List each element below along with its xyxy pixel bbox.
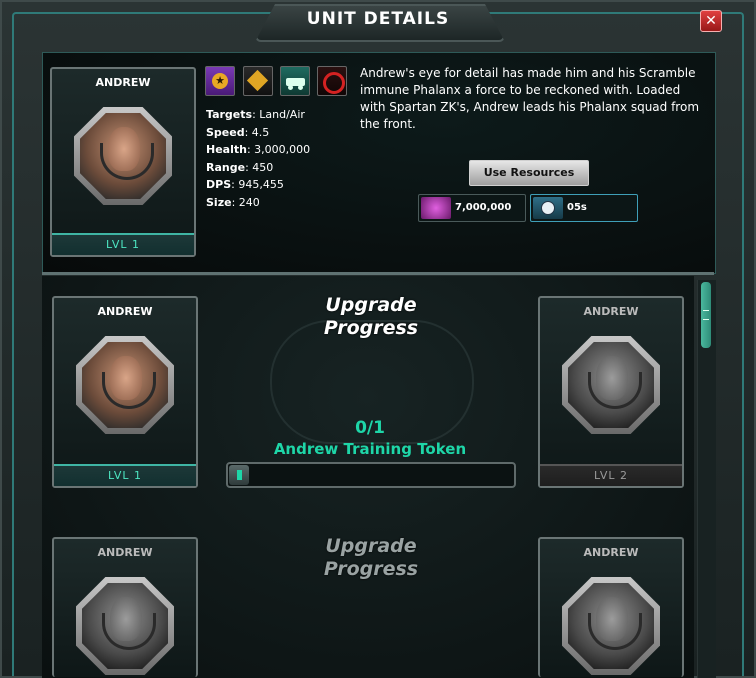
- upgrade-from-portrait: [76, 336, 174, 434]
- close-button[interactable]: ✕: [700, 10, 722, 32]
- upgrade-from-level: LVL 1: [54, 464, 196, 486]
- headset-icon: [100, 143, 154, 180]
- upgrade-from-name: ANDREW: [97, 305, 153, 318]
- use-resources-button[interactable]: Use Resources: [469, 160, 589, 186]
- headset-icon: [102, 613, 156, 650]
- unit-description: Andrew's eye for detail has made him and…: [360, 66, 700, 131]
- headset-icon: [102, 372, 156, 409]
- stat-size: Size: 240: [206, 195, 260, 209]
- window-title: UNIT DETAILS: [306, 9, 450, 29]
- upgrade-progress-title: Upgrade Progress: [323, 294, 419, 339]
- upgrade-from-card: ANDREW LVL 1: [52, 296, 198, 488]
- headset-icon: [588, 613, 642, 650]
- time-cost-value: 05s: [567, 202, 587, 213]
- upgrade-to-level: LVL 2: [540, 464, 682, 486]
- upgrade-from-portrait: [76, 577, 174, 675]
- upgrade-from-card: ANDREW: [52, 537, 198, 677]
- stat-targets: Targets: Land/Air: [206, 108, 305, 121]
- grip-icon: [703, 310, 709, 320]
- stat-dps: DPS: 945,455: [206, 178, 284, 191]
- crystal-icon: [421, 197, 451, 219]
- unit-name: ANDREW: [95, 76, 151, 89]
- unit-portrait-frame: [74, 107, 172, 205]
- upgrade-to-card: ANDREW LVL 2: [538, 296, 684, 488]
- token-count: 0/1: [355, 418, 385, 438]
- panel-divider: [42, 272, 714, 275]
- progress-bar-handle: [229, 465, 249, 485]
- upgrade-to-portrait: [562, 336, 660, 434]
- upgrade-from-name: ANDREW: [97, 546, 153, 559]
- upgrade-to-name: ANDREW: [583, 546, 639, 559]
- upgrade-to-card: ANDREW: [538, 537, 684, 677]
- resource-cost-value: 7,000,000: [455, 202, 512, 213]
- unit-stats: Targets: Land/Air Speed: 4.5 Health: 3,0…: [206, 106, 310, 211]
- headset-icon: [588, 372, 642, 409]
- stat-range: Range: 450: [206, 160, 274, 174]
- stat-health: Health: 3,000,000: [206, 143, 311, 156]
- training-token-label: Andrew Training Token: [273, 440, 467, 458]
- vehicle-icon: [280, 66, 310, 96]
- unit-portrait-card: ANDREW LVL 1: [50, 67, 196, 257]
- scramble-icon: [317, 66, 347, 96]
- upgrade-to-name: ANDREW: [583, 305, 639, 318]
- upgrade-progress-bar: [226, 462, 516, 488]
- upgrade-progress-title: Upgrade Progress: [323, 535, 419, 580]
- stat-speed: Speed: 4.5: [206, 125, 270, 139]
- unit-level: LVL 1: [52, 233, 194, 255]
- star-rank-icon: ★: [205, 66, 235, 96]
- upgrade-to-portrait: [562, 577, 660, 675]
- clock-icon: [533, 197, 563, 219]
- resource-cost: 7,000,000: [418, 194, 526, 222]
- diamond-arrow-icon: [243, 66, 273, 96]
- time-cost: 05s: [530, 194, 638, 222]
